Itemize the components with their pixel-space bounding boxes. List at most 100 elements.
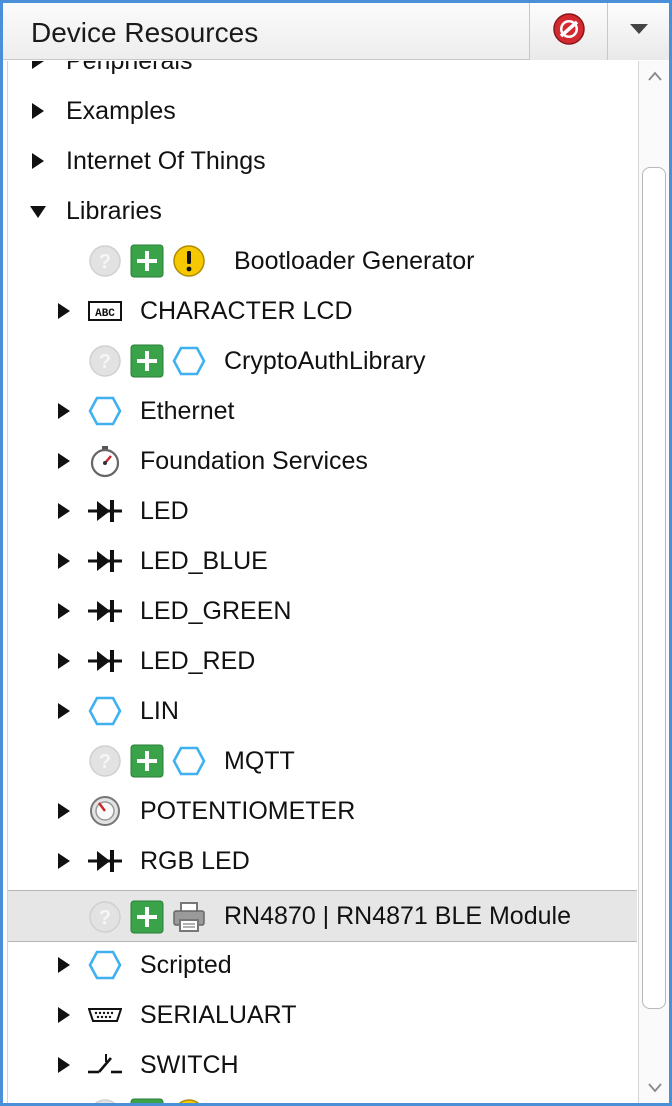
expand-arrow[interactable] bbox=[58, 653, 70, 669]
help-icon[interactable]: ? bbox=[88, 244, 122, 278]
expand-arrow[interactable] bbox=[58, 453, 70, 469]
svg-text:?: ? bbox=[99, 251, 111, 273]
serial-port-icon bbox=[88, 998, 122, 1032]
tree-row-serialuart[interactable]: SERIALUART bbox=[8, 990, 637, 1040]
help-icon[interactable]: ? bbox=[88, 344, 122, 378]
scroll-down-icon[interactable] bbox=[647, 1081, 663, 1099]
tree-row-label: SERIALUART bbox=[140, 1001, 297, 1029]
tree-row-rgb-led[interactable]: RGB LED bbox=[8, 836, 637, 886]
expand-arrow[interactable] bbox=[58, 853, 70, 869]
tree-row-label: LED bbox=[140, 497, 189, 525]
tree-row-label: POTENTIOMETER bbox=[140, 797, 356, 825]
potentiometer-icon bbox=[88, 794, 122, 828]
tree-row-label: Ethernet bbox=[140, 397, 235, 425]
tree-row-foundation-services[interactable]: Foundation Services bbox=[8, 436, 637, 486]
device-resources-panel: Device Resources Peripherals Examples Int… bbox=[0, 0, 672, 1106]
resource-tree: Peripherals Examples Internet Of Things Li… bbox=[7, 61, 637, 1103]
svg-text:?: ? bbox=[99, 351, 111, 373]
tree-row-label: RN4870 | RN4871 BLE Module bbox=[224, 902, 571, 930]
diode-icon bbox=[88, 594, 122, 628]
diode-icon bbox=[88, 844, 122, 878]
add-component-button[interactable] bbox=[130, 900, 164, 934]
help-icon[interactable]: ? bbox=[88, 900, 122, 934]
hexagon-icon bbox=[88, 394, 122, 428]
expand-arrow[interactable] bbox=[32, 153, 44, 169]
stopwatch-icon bbox=[88, 444, 122, 478]
chevron-down-icon bbox=[628, 22, 650, 41]
tree-row-scripted[interactable]: Scripted bbox=[8, 940, 637, 990]
tree-row-mqtt[interactable]: ? MQTT bbox=[8, 736, 637, 786]
scroll-up-icon[interactable] bbox=[647, 69, 663, 87]
tree-row-label: SWITCH bbox=[140, 1051, 239, 1079]
tree-row-cryptoauthlibrary[interactable]: ? CryptoAuthLibrary bbox=[8, 336, 637, 386]
tree-row-label: Examples bbox=[66, 97, 176, 125]
printer-icon bbox=[172, 900, 206, 934]
expand-arrow[interactable] bbox=[58, 503, 70, 519]
help-icon[interactable]: ? bbox=[88, 744, 122, 778]
tree-row-label: CHARACTER LCD bbox=[140, 297, 353, 325]
tree-row-rn4870-rn4871-ble-module[interactable]: ? RN4870 | RN4871 BLE Module bbox=[8, 890, 637, 942]
help-icon[interactable]: ? bbox=[88, 1098, 122, 1103]
expand-arrow[interactable] bbox=[58, 553, 70, 569]
diode-icon bbox=[88, 644, 122, 678]
scrollbar-thumb[interactable] bbox=[642, 167, 666, 1009]
tree-row-label: LIN bbox=[140, 697, 179, 725]
expand-arrow[interactable] bbox=[58, 403, 70, 419]
tree-row-switch[interactable]: SWITCH bbox=[8, 1040, 637, 1090]
hexagon-icon bbox=[88, 948, 122, 982]
expand-arrow[interactable] bbox=[58, 303, 70, 319]
stop-button[interactable] bbox=[529, 3, 607, 60]
add-component-button[interactable] bbox=[130, 244, 164, 278]
panel-title: Device Resources bbox=[31, 17, 259, 48]
tree-row-led-green[interactable]: LED_GREEN bbox=[8, 586, 637, 636]
svg-text:?: ? bbox=[99, 907, 111, 929]
tree-row-label: Internet Of Things bbox=[66, 147, 266, 175]
tree-row-libraries[interactable]: Libraries bbox=[8, 186, 637, 236]
tree-row-led-red[interactable]: LED_RED bbox=[8, 636, 637, 686]
tree-row-partial[interactable]: ? bbox=[8, 1090, 637, 1103]
tree-row-label: Scripted bbox=[140, 951, 232, 979]
stop-icon bbox=[552, 12, 586, 51]
tree-row-examples[interactable]: Examples bbox=[8, 86, 637, 136]
hexagon-icon bbox=[172, 744, 206, 778]
tree-row-potentiometer[interactable]: POTENTIOMETER bbox=[8, 786, 637, 836]
tree-row-label: LED_GREEN bbox=[140, 597, 292, 625]
tree-row-ethernet[interactable]: Ethernet bbox=[8, 386, 637, 436]
vertical-scrollbar[interactable] bbox=[638, 61, 669, 1103]
tree-row-label: Bootloader Generator bbox=[234, 247, 475, 275]
tree-row-label: LED_RED bbox=[140, 647, 256, 675]
collapse-arrow[interactable] bbox=[30, 206, 46, 218]
tree-row-label: Libraries bbox=[66, 197, 162, 225]
expand-arrow[interactable] bbox=[58, 703, 70, 719]
panel-menu-button[interactable] bbox=[607, 3, 669, 60]
lcd-icon: ABC bbox=[88, 294, 122, 328]
tree-row-lin[interactable]: LIN bbox=[8, 686, 637, 736]
hexagon-icon bbox=[172, 344, 206, 378]
switch-icon bbox=[88, 1048, 122, 1082]
tree-row-led[interactable]: LED bbox=[8, 486, 637, 536]
tree-row-character-lcd[interactable]: ABC CHARACTER LCD bbox=[8, 286, 637, 336]
expand-arrow[interactable] bbox=[32, 61, 44, 69]
add-component-button[interactable] bbox=[130, 1098, 164, 1103]
expand-arrow[interactable] bbox=[32, 103, 44, 119]
tree-row-led-blue[interactable]: LED_BLUE bbox=[8, 536, 637, 586]
diode-icon bbox=[88, 544, 122, 578]
add-component-button[interactable] bbox=[130, 344, 164, 378]
svg-text:ABC: ABC bbox=[95, 308, 115, 320]
expand-arrow[interactable] bbox=[58, 603, 70, 619]
diode-icon bbox=[88, 494, 122, 528]
warning-icon bbox=[172, 1098, 206, 1103]
expand-arrow[interactable] bbox=[58, 1057, 70, 1073]
expand-arrow[interactable] bbox=[58, 957, 70, 973]
tree-row-label: RGB LED bbox=[140, 847, 250, 875]
expand-arrow[interactable] bbox=[58, 803, 70, 819]
tree-row-label: MQTT bbox=[224, 747, 295, 775]
add-component-button[interactable] bbox=[130, 744, 164, 778]
tree-row-peripherals[interactable]: Peripherals bbox=[8, 61, 637, 86]
tree-row-internet-of-things[interactable]: Internet Of Things bbox=[8, 136, 637, 186]
warning-icon bbox=[172, 244, 206, 278]
panel-header: Device Resources bbox=[3, 3, 669, 60]
tree-row-bootloader-generator[interactable]: ? Bootloader Generator bbox=[8, 236, 637, 286]
expand-arrow[interactable] bbox=[58, 1007, 70, 1023]
tree-row-label: LED_BLUE bbox=[140, 547, 268, 575]
